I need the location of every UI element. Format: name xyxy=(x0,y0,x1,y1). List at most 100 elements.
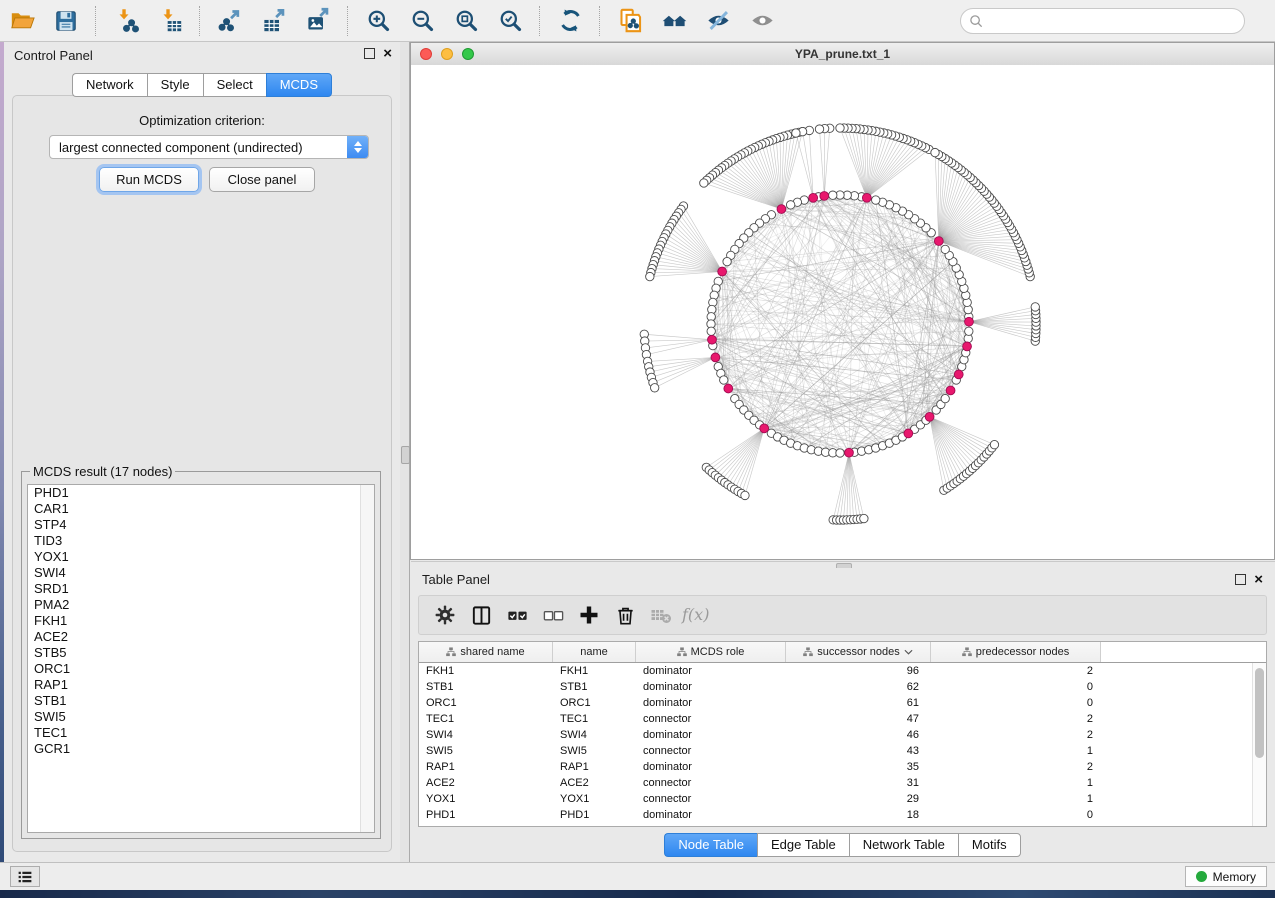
tab-style[interactable]: Style xyxy=(147,73,203,97)
table-row[interactable]: YOX1YOX1connector291 xyxy=(419,791,1252,807)
duplicate-network-button[interactable] xyxy=(610,4,650,38)
table-row[interactable]: ACE2ACE2connector311 xyxy=(419,775,1252,791)
mcds-result-item[interactable]: YOX1 xyxy=(28,549,374,565)
mcds-result-item[interactable]: PHD1 xyxy=(28,485,374,501)
column-header-successor-nodes[interactable]: successor nodes xyxy=(786,642,931,662)
svg-text:f(x): f(x) xyxy=(681,605,709,624)
memory-status-dot xyxy=(1196,871,1207,882)
attribute-icon xyxy=(677,647,687,657)
mcds-result-list: PHD1CAR1STP4TID3YOX1SWI4SRD1PMA2FKH1ACE2… xyxy=(27,484,375,833)
control-panel-tabs: Network Style Select MCDS xyxy=(4,73,400,97)
sort-chevron-icon xyxy=(904,649,913,656)
export-table-icon xyxy=(261,7,288,34)
mcds-result-item[interactable]: ORC1 xyxy=(28,661,374,677)
zoom-selected-button[interactable] xyxy=(490,4,530,38)
close-panel-button[interactable]: Close panel xyxy=(209,167,315,192)
mcds-result-item[interactable]: SWI5 xyxy=(28,709,374,725)
import-network-button[interactable] xyxy=(106,4,146,38)
save-session-button[interactable] xyxy=(46,4,86,38)
export-image-button[interactable] xyxy=(298,4,338,38)
memory-button[interactable]: Memory xyxy=(1185,866,1267,887)
tab-network-table[interactable]: Network Table xyxy=(849,833,958,857)
mcds-result-item[interactable]: GCR1 xyxy=(28,741,374,757)
float-panel-icon[interactable] xyxy=(1235,574,1246,585)
table-panel-tabs: Node Table Edge Table Network Table Moti… xyxy=(410,833,1275,857)
scrollbar-thumb[interactable] xyxy=(1255,668,1264,758)
zoom-in-button[interactable] xyxy=(358,4,398,38)
close-panel-icon[interactable]: × xyxy=(1254,575,1263,585)
export-network-button[interactable] xyxy=(210,4,250,38)
export-table-button[interactable] xyxy=(254,4,294,38)
deselect-all-icon xyxy=(542,604,565,627)
column-header-predecessor-nodes[interactable]: predecessor nodes xyxy=(931,642,1101,662)
criterion-dropdown[interactable]: largest connected component (undirected) xyxy=(49,135,369,159)
deselect-all-button[interactable] xyxy=(535,599,571,631)
tab-select[interactable]: Select xyxy=(203,73,266,97)
float-panel-icon[interactable] xyxy=(364,48,375,59)
close-panel-icon[interactable]: × xyxy=(383,49,392,59)
toolbar-separator xyxy=(599,6,601,36)
show-all-button[interactable] xyxy=(742,4,782,38)
vertical-splitter[interactable] xyxy=(400,42,410,862)
mcds-result-item[interactable]: FKH1 xyxy=(28,613,374,629)
run-mcds-button[interactable]: Run MCDS xyxy=(99,167,199,192)
mcds-result-item[interactable]: CAR1 xyxy=(28,501,374,517)
refresh-view-button[interactable] xyxy=(550,4,590,38)
table-row[interactable]: PHD1PHD1dominator180 xyxy=(419,807,1252,823)
mcds-result-item[interactable]: STB5 xyxy=(28,645,374,661)
hide-selected-button[interactable] xyxy=(698,4,738,38)
tab-mcds[interactable]: MCDS xyxy=(266,73,332,97)
search-field xyxy=(960,8,1245,34)
zoom-in-icon xyxy=(365,7,392,34)
mcds-result-item[interactable]: STB1 xyxy=(28,693,374,709)
first-neighbors-button[interactable] xyxy=(654,4,694,38)
zoom-fit-button[interactable] xyxy=(446,4,486,38)
delete-rows-button[interactable] xyxy=(607,599,643,631)
mcds-result-item[interactable]: TID3 xyxy=(28,533,374,549)
table-row[interactable]: STB1STB1dominator620 xyxy=(419,679,1252,695)
mcds-result-item[interactable]: STP4 xyxy=(28,517,374,533)
table-row[interactable]: SWI4SWI4dominator462 xyxy=(419,727,1252,743)
function-builder-button[interactable]: f(x) xyxy=(679,599,715,631)
table-row[interactable]: RAP1RAP1dominator352 xyxy=(419,759,1252,775)
mcds-result-item[interactable]: RAP1 xyxy=(28,677,374,693)
table-settings-button[interactable] xyxy=(427,599,463,631)
table-scrollbar[interactable] xyxy=(1252,663,1266,827)
table-row[interactable]: ORC1ORC1dominator610 xyxy=(419,695,1252,711)
mcds-result-item[interactable]: ACE2 xyxy=(28,629,374,645)
splitter-handle[interactable] xyxy=(401,446,410,464)
main-toolbar xyxy=(0,0,1275,42)
import-table-button[interactable] xyxy=(150,4,190,38)
delete-column-icon xyxy=(649,603,673,627)
zoom-out-button[interactable] xyxy=(402,4,442,38)
mcds-result-item[interactable]: PMA2 xyxy=(28,597,374,613)
status-bar: Memory xyxy=(0,862,1275,890)
first-neighbors-icon xyxy=(661,7,688,34)
task-history-button[interactable] xyxy=(10,866,40,887)
tab-node-table[interactable]: Node Table xyxy=(664,833,757,857)
select-all-button[interactable] xyxy=(499,599,535,631)
delete-column-button[interactable] xyxy=(643,599,679,631)
tab-network[interactable]: Network xyxy=(72,73,147,97)
add-column-button[interactable] xyxy=(571,599,607,631)
table-body: FKH1FKH1dominator962STB1STB1dominator620… xyxy=(419,663,1252,827)
tab-motifs[interactable]: Motifs xyxy=(958,833,1021,857)
network-window-title: YPA_prune.txt_1 xyxy=(411,43,1274,65)
mcds-list-scrollbar[interactable] xyxy=(360,485,374,832)
column-header-name[interactable]: name xyxy=(553,642,636,662)
tab-edge-table[interactable]: Edge Table xyxy=(757,833,849,857)
table-row[interactable]: FKH1FKH1dominator962 xyxy=(419,663,1252,679)
search-input[interactable] xyxy=(960,8,1245,34)
network-canvas[interactable] xyxy=(411,65,1274,559)
mcds-result-item[interactable]: SRD1 xyxy=(28,581,374,597)
show-columns-button[interactable] xyxy=(463,599,499,631)
mcds-result-item[interactable]: SWI4 xyxy=(28,565,374,581)
mcds-result-item[interactable]: TEC1 xyxy=(28,725,374,741)
trash-icon xyxy=(614,604,637,627)
column-header-shared-name[interactable]: shared name xyxy=(419,642,553,662)
table-header: shared name name MCDS role successor nod… xyxy=(419,642,1266,663)
table-row[interactable]: SWI5SWI5connector431 xyxy=(419,743,1252,759)
column-header-mcds-role[interactable]: MCDS role xyxy=(636,642,786,662)
table-row[interactable]: TEC1TEC1connector472 xyxy=(419,711,1252,727)
open-session-button[interactable] xyxy=(2,4,42,38)
